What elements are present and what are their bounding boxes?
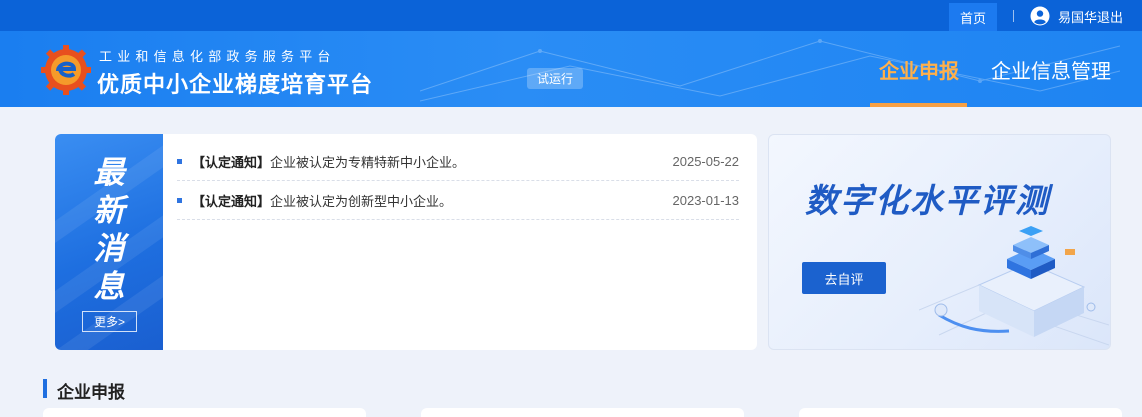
top-divider — [1013, 10, 1014, 22]
news-tag: 【认定通知】 — [192, 154, 271, 170]
news-item[interactable]: 【认定通知】 企业被认定为创新型中小企业。 2023-01-13 — [177, 181, 739, 220]
declaration-card[interactable] — [43, 408, 366, 417]
latest-news-panel: 最 新 消 息 更多> 【认定通知】 企业被认定为专精特新中小企业。 2025-… — [55, 134, 757, 350]
title-char: 消 — [93, 231, 125, 266]
more-news-button[interactable]: 更多> — [82, 311, 137, 332]
latest-news-title: 最 新 消 息 — [55, 154, 163, 306]
user-avatar-icon — [1030, 6, 1050, 26]
news-tag: 【认定通知】 — [192, 193, 271, 209]
title-char: 最 — [93, 155, 125, 190]
digital-evaluation-banner: 数字化水平评测 去自评 — [768, 134, 1111, 350]
data-platform-illustration-icon — [919, 226, 1109, 346]
tab-enterprise-info-management[interactable]: 企业信息管理 — [991, 31, 1111, 107]
latest-news-sidebar: 最 新 消 息 更多> — [55, 134, 213, 350]
declaration-card[interactable] — [421, 408, 744, 417]
top-bar: 首页 易国华退出 — [0, 0, 1142, 31]
bullet-icon — [177, 158, 182, 164]
title-char: 新 — [93, 193, 125, 228]
news-item[interactable]: 【认定通知】 企业被认定为专精特新中小企业。 2025-05-22 — [177, 142, 739, 181]
news-date: 2023-01-13 — [672, 192, 740, 208]
user-logout-label: 易国华退出 — [1058, 9, 1124, 25]
home-link[interactable]: 首页 — [949, 3, 997, 31]
section-title: 企业申报 — [57, 383, 125, 402]
news-text: 企业被认定为创新型中小企业。 — [270, 193, 453, 209]
trial-badge: 试运行 — [527, 68, 583, 89]
self-evaluation-button[interactable]: 去自评 — [802, 262, 886, 294]
bullet-icon — [177, 197, 182, 203]
news-text: 企业被认定为专精特新中小企业。 — [270, 154, 466, 170]
platform-title: 优质中小企业梯度培育平台 — [97, 72, 374, 97]
miit-logo-icon — [41, 45, 91, 95]
declaration-card[interactable] — [799, 408, 1122, 417]
platform-subtitle: 工业和信息化部政务服务平台 — [99, 49, 336, 64]
user-logout-link[interactable]: 易国华退出 — [1030, 6, 1123, 26]
news-date: 2025-05-22 — [672, 153, 740, 169]
title-char: 息 — [93, 269, 125, 304]
tab-enterprise-declaration[interactable]: 企业申报 — [879, 31, 959, 107]
active-tab-underline — [870, 103, 967, 107]
section-accent-bar — [43, 379, 47, 398]
header: 工业和信息化部政务服务平台 优质中小企业梯度培育平台 试运行 企业申报 企业信息… — [0, 31, 1142, 107]
